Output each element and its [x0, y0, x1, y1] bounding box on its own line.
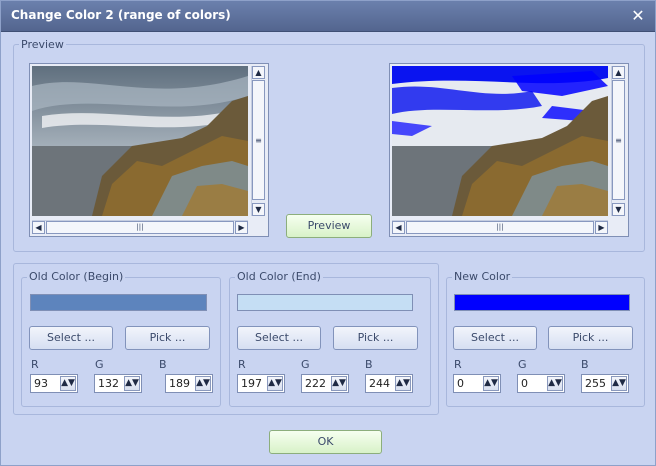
old-begin-r-spinner[interactable]: 93 ▲▼	[30, 374, 78, 393]
b-label: B	[581, 358, 589, 371]
spinner-value: 132	[98, 377, 119, 390]
scroll-left-icon[interactable]: ◀	[32, 221, 45, 234]
spinner-value: 189	[169, 377, 190, 390]
scroll-down-icon[interactable]: ▼	[612, 203, 625, 216]
window-title: Change Color 2 (range of colors)	[11, 8, 231, 22]
scroll-left-icon[interactable]: ◀	[392, 221, 405, 234]
spinner-value: 93	[34, 377, 48, 390]
original-image	[32, 66, 248, 216]
spinner-value: 0	[521, 377, 528, 390]
spinner-value: 222	[305, 377, 326, 390]
spinner-arrows-icon[interactable]: ▲▼	[395, 376, 411, 391]
title-bar[interactable]: Change Color 2 (range of colors) ✕	[1, 1, 655, 32]
vertical-scroll-thumb[interactable]: ≡	[252, 80, 265, 200]
b-label: B	[365, 358, 373, 371]
horizontal-scroll-thumb[interactable]: |||	[46, 221, 234, 234]
spinner-value: 255	[585, 377, 606, 390]
old-end-pick-button[interactable]: Pick ...	[333, 326, 418, 350]
spinner-arrows-icon[interactable]: ▲▼	[547, 376, 563, 391]
old-end-g-spinner[interactable]: 222 ▲▼	[301, 374, 349, 393]
scroll-right-icon[interactable]: ▶	[235, 221, 248, 234]
scroll-down-icon[interactable]: ▼	[252, 203, 265, 216]
spinner-arrows-icon[interactable]: ▲▼	[483, 376, 499, 391]
result-vertical-scrollbar[interactable]: ▲ ≡ ▼	[611, 66, 626, 216]
r-label: R	[238, 358, 246, 371]
ok-button[interactable]: OK	[269, 430, 382, 454]
b-label: B	[159, 358, 167, 371]
spinner-value: 244	[369, 377, 390, 390]
spinner-arrows-icon[interactable]: ▲▼	[611, 376, 627, 391]
old-end-select-button[interactable]: Select ...	[237, 326, 321, 350]
old-color-end-swatch	[237, 294, 413, 311]
new-color-b-spinner[interactable]: 255 ▲▼	[581, 374, 629, 393]
old-end-b-spinner[interactable]: 244 ▲▼	[365, 374, 413, 393]
preview-group-label: Preview	[19, 38, 66, 51]
g-label: G	[95, 358, 104, 371]
new-color-g-spinner[interactable]: 0 ▲▼	[517, 374, 565, 393]
result-image-viewer[interactable]: ▲ ≡ ▼ ◀ ||| ▶	[389, 63, 629, 237]
old-color-begin-label: Old Color (Begin)	[27, 270, 126, 283]
spinner-arrows-icon[interactable]: ▲▼	[124, 376, 140, 391]
old-color-begin-swatch	[30, 294, 207, 311]
old-begin-select-button[interactable]: Select ...	[29, 326, 113, 350]
old-begin-b-spinner[interactable]: 189 ▲▼	[165, 374, 213, 393]
close-icon[interactable]: ✕	[629, 7, 647, 25]
spinner-value: 0	[457, 377, 464, 390]
scroll-up-icon[interactable]: ▲	[252, 66, 265, 79]
old-begin-g-spinner[interactable]: 132 ▲▼	[94, 374, 142, 393]
original-horizontal-scrollbar[interactable]: ◀ ||| ▶	[32, 220, 248, 234]
spinner-arrows-icon[interactable]: ▲▼	[267, 376, 283, 391]
spinner-value: 197	[241, 377, 262, 390]
scroll-right-icon[interactable]: ▶	[595, 221, 608, 234]
new-color-swatch	[454, 294, 630, 311]
spinner-arrows-icon[interactable]: ▲▼	[195, 376, 211, 391]
new-color-label: New Color	[452, 270, 513, 283]
g-label: G	[518, 358, 527, 371]
new-color-select-button[interactable]: Select ...	[453, 326, 537, 350]
old-end-r-spinner[interactable]: 197 ▲▼	[237, 374, 285, 393]
original-vertical-scrollbar[interactable]: ▲ ≡ ▼	[251, 66, 266, 216]
vertical-scroll-thumb[interactable]: ≡	[612, 80, 625, 200]
new-color-r-spinner[interactable]: 0 ▲▼	[453, 374, 501, 393]
dialog-window: Change Color 2 (range of colors) ✕ Previ…	[0, 0, 656, 466]
old-color-end-label: Old Color (End)	[235, 270, 323, 283]
result-horizontal-scrollbar[interactable]: ◀ ||| ▶	[392, 220, 608, 234]
r-label: R	[454, 358, 462, 371]
preview-button[interactable]: Preview	[286, 214, 372, 238]
original-image-viewer[interactable]: ▲ ≡ ▼ ◀ ||| ▶	[29, 63, 269, 237]
spinner-arrows-icon[interactable]: ▲▼	[331, 376, 347, 391]
horizontal-scroll-thumb[interactable]: |||	[406, 221, 594, 234]
new-color-pick-button[interactable]: Pick ...	[548, 326, 633, 350]
result-image	[392, 66, 608, 216]
scroll-up-icon[interactable]: ▲	[612, 66, 625, 79]
spinner-arrows-icon[interactable]: ▲▼	[60, 376, 76, 391]
g-label: G	[301, 358, 310, 371]
r-label: R	[31, 358, 39, 371]
old-begin-pick-button[interactable]: Pick ...	[125, 326, 210, 350]
